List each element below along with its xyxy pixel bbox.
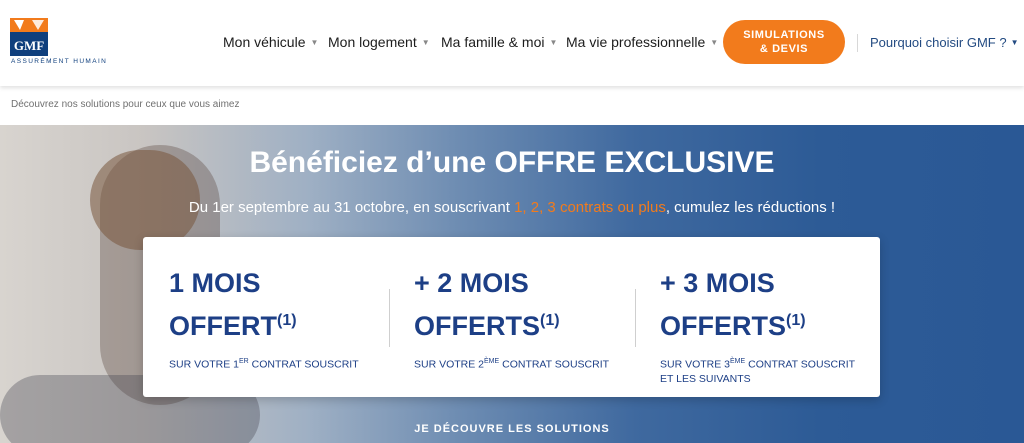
offer-3: + 3 MOIS OFFERTS(1) SUR VOTRE 3ÈME CONTR… bbox=[660, 264, 880, 386]
offer-separator bbox=[389, 289, 390, 347]
offer-desc-post: CONTRAT SOUSCRIT bbox=[499, 358, 610, 371]
logo-text: GMF bbox=[14, 38, 44, 53]
cta-line1: SIMULATIONS bbox=[743, 29, 825, 41]
breadcrumb: Découvrez nos solutions pour ceux que vo… bbox=[0, 86, 1024, 126]
offer-line2: OFFERT bbox=[169, 311, 277, 341]
offer-note: (1) bbox=[540, 312, 560, 329]
offer-desc: SUR VOTRE 2 bbox=[414, 358, 485, 371]
offer-desc-sup: ÈME bbox=[484, 358, 500, 365]
nav-item-logement[interactable]: Mon logement ▼ bbox=[328, 34, 430, 52]
offer-line1: 1 MOIS bbox=[169, 268, 261, 298]
hero-banner: Bénéficiez d’une OFFRE EXCLUSIVE Du 1er … bbox=[0, 125, 1024, 443]
hero-title: Bénéficiez d’une OFFRE EXCLUSIVE bbox=[249, 146, 775, 179]
offer-desc: SUR VOTRE 3 bbox=[660, 358, 731, 371]
discover-solutions-link[interactable]: JE DÉCOUVRE LES SOLUTIONS bbox=[0, 423, 1024, 435]
subtitle-highlight: 1, 2, 3 contrats ou plus bbox=[514, 199, 666, 216]
nav-label: Mon véhicule bbox=[223, 34, 306, 50]
offer-line2: OFFERTS bbox=[660, 311, 786, 341]
why-label: Pourquoi choisir GMF ? bbox=[870, 35, 1007, 50]
nav-label: Ma vie professionnelle bbox=[566, 34, 706, 50]
subtitle-after: , cumulez les réductions ! bbox=[665, 199, 836, 216]
offer-line1: + 2 MOIS bbox=[414, 268, 529, 298]
chevron-down-icon: ▼ bbox=[710, 38, 719, 47]
offer-desc-sup: ER bbox=[239, 358, 249, 365]
subtitle-before: Du 1er septembre au 31 octobre, en sousc… bbox=[188, 199, 515, 216]
gmf-logo-icon: GMF bbox=[10, 18, 48, 56]
offer-line1: + 3 MOIS bbox=[660, 268, 775, 298]
site-header: GMF ASSURÉMENT HUMAIN Mon véhicule ▼ Mon … bbox=[0, 0, 1024, 86]
gmf-logo[interactable]: GMF ASSURÉMENT HUMAIN bbox=[10, 18, 106, 70]
nav-item-vehicule[interactable]: Mon véhicule ▼ bbox=[223, 34, 318, 52]
offer-line2: OFFERTS bbox=[414, 311, 540, 341]
offer-note: (1) bbox=[277, 312, 297, 329]
chevron-down-icon: ▼ bbox=[310, 38, 319, 47]
cta-line2: & DEVIS bbox=[759, 43, 809, 55]
offer-card: 1 MOIS OFFERT(1) SUR VOTRE 1ER CONTRAT S… bbox=[143, 237, 880, 397]
offer-1: 1 MOIS OFFERT(1) SUR VOTRE 1ER CONTRAT S… bbox=[169, 264, 389, 372]
offer-desc-post: CONTRAT SOUSCRIT bbox=[248, 358, 359, 371]
nav-label: Mon logement bbox=[328, 34, 417, 50]
logo-tagline: ASSURÉMENT HUMAIN bbox=[11, 58, 108, 65]
offer-2: + 2 MOIS OFFERTS(1) SUR VOTRE 2ÈME CONTR… bbox=[414, 264, 634, 372]
chevron-down-icon: ▼ bbox=[549, 38, 558, 47]
offer-desc: SUR VOTRE 1 bbox=[169, 358, 240, 371]
why-gmf-menu[interactable]: Pourquoi choisir GMF ? ▼ bbox=[870, 35, 1018, 50]
offer-desc-sup: ÈME bbox=[730, 358, 746, 365]
chevron-down-icon: ▼ bbox=[1010, 38, 1019, 47]
offer-note: (1) bbox=[786, 312, 806, 329]
chevron-down-icon: ▼ bbox=[421, 38, 430, 47]
simulations-devis-button[interactable]: SIMULATIONS & DEVIS bbox=[723, 20, 845, 64]
nav-item-vie-pro[interactable]: Ma vie professionnelle ▼ bbox=[566, 34, 718, 52]
nav-item-famille[interactable]: Ma famille & moi ▼ bbox=[441, 34, 557, 52]
hero-subtitle: Du 1er septembre au 31 octobre, en sousc… bbox=[0, 199, 1024, 216]
offer-separator bbox=[635, 289, 636, 347]
nav-divider bbox=[857, 34, 858, 52]
breadcrumb-text: Découvrez nos solutions pour ceux que vo… bbox=[11, 99, 240, 110]
nav-label: Ma famille & moi bbox=[441, 34, 545, 50]
